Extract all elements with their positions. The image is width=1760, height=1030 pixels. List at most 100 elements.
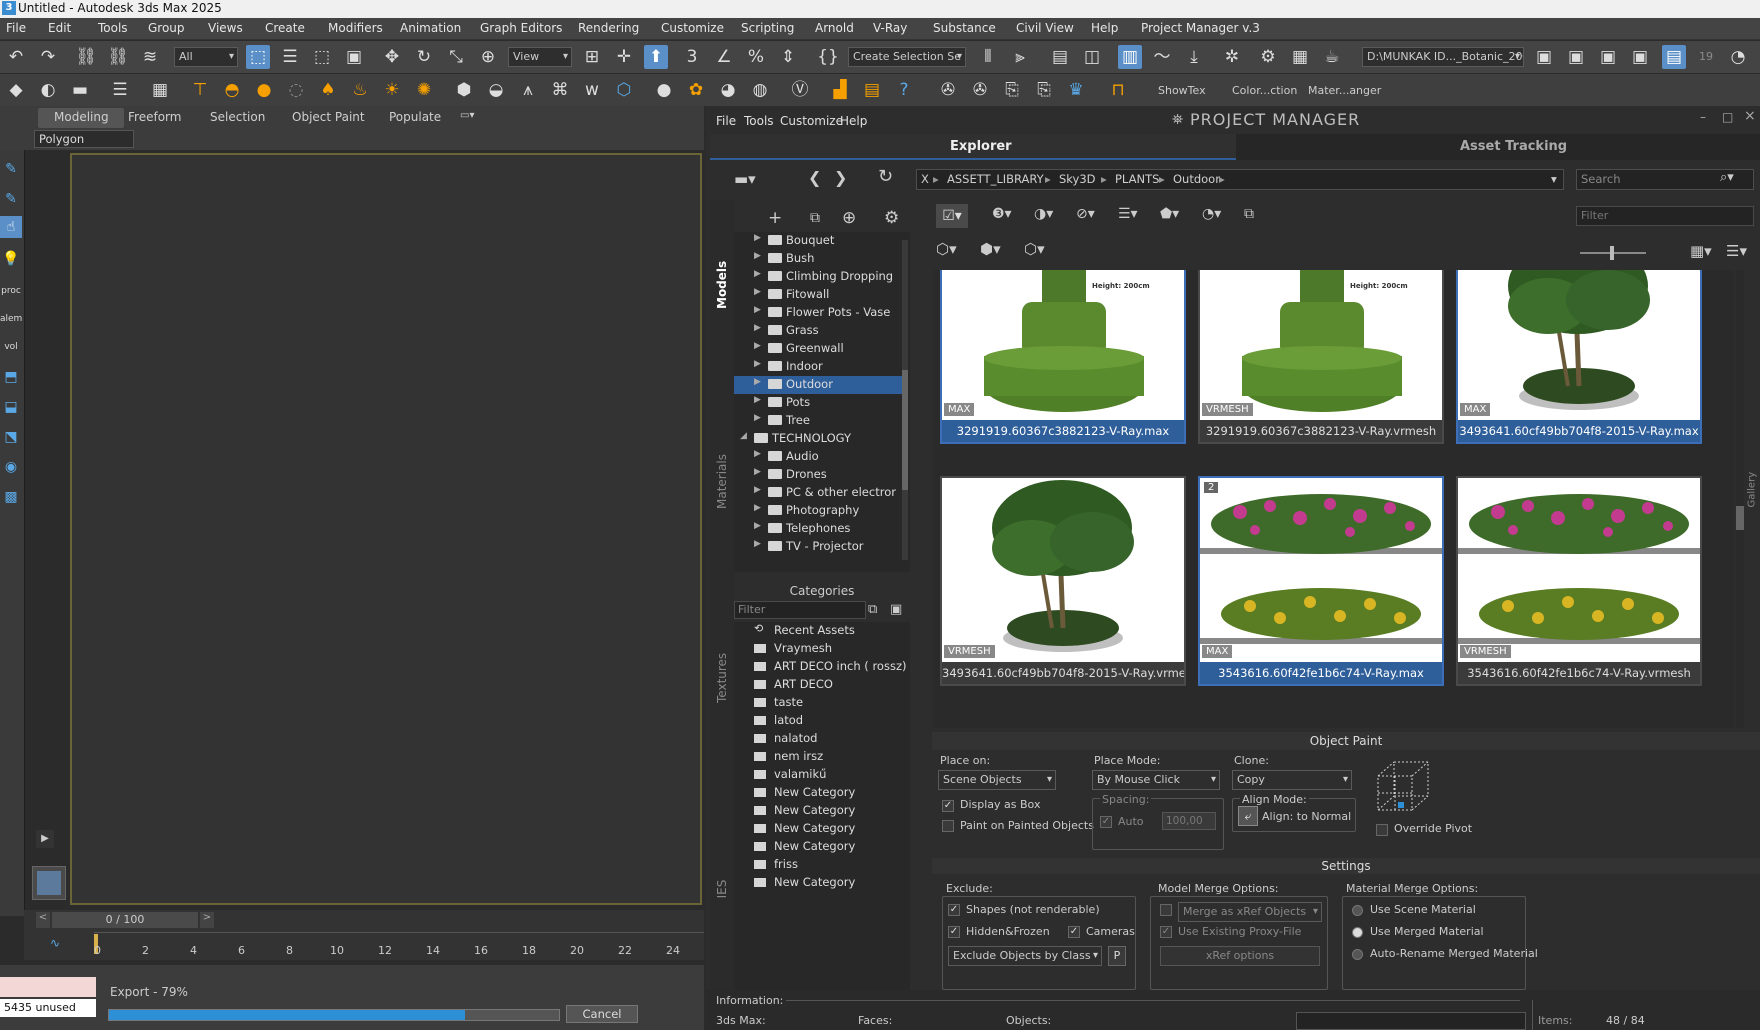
tree-item[interactable]: ▶ Photography bbox=[734, 502, 904, 520]
breadcrumb-plants[interactable]: PLANTS bbox=[1115, 170, 1159, 189]
menu-tools[interactable]: Tools bbox=[98, 21, 128, 35]
tool-b-icon[interactable]: ✎ bbox=[0, 158, 22, 180]
object-paint-header[interactable]: Object Paint bbox=[932, 732, 1760, 750]
expand-arrow-icon[interactable]: ▶ bbox=[754, 341, 761, 351]
forward-icon[interactable]: ❯ bbox=[834, 168, 847, 187]
side-tab-textures[interactable]: Textures bbox=[715, 653, 729, 703]
menu-substance[interactable]: Substance bbox=[933, 21, 996, 35]
move-icon[interactable]: ✥ bbox=[380, 45, 404, 69]
menu-graph-editors[interactable]: Graph Editors bbox=[480, 21, 562, 35]
material-ball-icon[interactable]: ● bbox=[652, 78, 676, 102]
breadcrumb-sky3d[interactable]: Sky3D bbox=[1059, 170, 1096, 189]
tool-g-icon[interactable]: ◉ bbox=[0, 456, 22, 478]
search-icon[interactable]: ⌕▾ bbox=[1720, 170, 1734, 185]
showtex-button[interactable]: ShowTex bbox=[1158, 84, 1206, 97]
time-slider[interactable]: 0 / 100 bbox=[52, 912, 198, 928]
tool-alem-icon[interactable]: alem bbox=[0, 306, 22, 328]
ribbon-options-icon[interactable]: ▭▾ bbox=[460, 110, 474, 121]
path-dropdown-icon[interactable]: ▾ bbox=[1551, 170, 1557, 189]
gallery-side-label[interactable]: Gallery bbox=[1747, 472, 1758, 508]
prev-frame-icon[interactable]: < bbox=[36, 912, 50, 928]
sky-icon[interactable]: ✺ bbox=[412, 78, 436, 102]
tree-item[interactable]: ◢ TECHNOLOGY bbox=[734, 430, 904, 448]
menu-edit[interactable]: Edit bbox=[48, 21, 71, 35]
viewport[interactable] bbox=[70, 153, 702, 905]
next-frame-icon[interactable]: > bbox=[200, 912, 214, 928]
undo-icon[interactable]: ↶ bbox=[4, 45, 28, 69]
pivot-icon[interactable]: ⊞ bbox=[580, 45, 604, 69]
decal-icon[interactable]: ⬡ bbox=[612, 78, 636, 102]
unlink-icon[interactable]: ⛓ bbox=[106, 45, 130, 69]
color-correction-button[interactable]: Color...ction bbox=[1232, 84, 1297, 97]
teapot-icon[interactable]: ◆ bbox=[4, 78, 28, 102]
asset-card[interactable]: MAX 3493641.60cf49bb704f8-2015-V-Ray.max bbox=[1456, 270, 1702, 444]
align-mode-icon[interactable]: ⤶ bbox=[1238, 806, 1258, 826]
menu-file[interactable]: File bbox=[6, 21, 26, 35]
redo-icon[interactable]: ↷ bbox=[36, 45, 60, 69]
tree-item[interactable]: ▶ Indoor bbox=[734, 358, 904, 376]
viewport-thumb-icon[interactable] bbox=[32, 866, 66, 900]
expand-arrow-icon[interactable]: ▶ bbox=[754, 503, 761, 513]
tree-item[interactable]: ▶ Outdoor bbox=[734, 376, 904, 394]
vray-logo-icon[interactable]: ▦ bbox=[148, 78, 172, 102]
settings-header[interactable]: Settings bbox=[932, 858, 1760, 874]
pm-menu-help[interactable]: Help bbox=[840, 114, 867, 128]
merge-xref-dropdown[interactable]: Merge as xRef Objects bbox=[1178, 902, 1322, 922]
maximize-icon[interactable]: □ bbox=[1722, 110, 1733, 124]
merge-icon[interactable]: ⬡▾ bbox=[936, 240, 957, 258]
expand-arrow-icon[interactable]: ▶ bbox=[754, 485, 761, 495]
expand-arrow-icon[interactable]: ▶ bbox=[754, 377, 761, 387]
category-item[interactable]: ⟲ Recent Assets bbox=[734, 622, 910, 640]
play-icon[interactable]: ▶ bbox=[36, 830, 54, 848]
tree-item[interactable]: ▶ Climbing Dropping bbox=[734, 268, 904, 286]
breadcrumb-outdoor[interactable]: Outdoor bbox=[1173, 170, 1220, 189]
snaps-toggle-icon[interactable]: 3 bbox=[680, 45, 704, 69]
asset-card[interactable]: MAX 3543616.60f42fe1b6c74-V-Ray.max 2 bbox=[1198, 476, 1444, 686]
fan2-icon[interactable]: ✇ bbox=[968, 78, 992, 102]
help-icon[interactable]: ◔ bbox=[1726, 45, 1750, 69]
use-scene-radio[interactable] bbox=[1352, 905, 1363, 916]
select-object-icon[interactable]: ⬚ bbox=[246, 45, 270, 69]
add-icon[interactable]: + bbox=[768, 208, 782, 228]
rotate-icon[interactable]: ↻ bbox=[412, 45, 436, 69]
mat-library-icon[interactable]: ◍ bbox=[748, 78, 772, 102]
asset-editor-icon[interactable]: ☰ bbox=[108, 78, 132, 102]
tree-item[interactable]: ▶ Grass bbox=[734, 322, 904, 340]
tag-icon[interactable]: ⬟▾ bbox=[1160, 206, 1179, 222]
tree-item[interactable]: ▶ Telephones bbox=[734, 520, 904, 538]
category-item[interactable]: ART DECO bbox=[734, 676, 910, 694]
category-item[interactable]: nalatod bbox=[734, 730, 910, 748]
globe-icon[interactable]: ⊕ bbox=[842, 208, 856, 228]
ambient-light-icon[interactable]: ♨ bbox=[348, 78, 372, 102]
tool-c-icon[interactable]: ✎ bbox=[0, 188, 22, 210]
place-mode-dropdown[interactable]: By Mouse Click bbox=[1092, 770, 1220, 790]
grass-icon[interactable]: ᴡ bbox=[580, 78, 604, 102]
ribbon-tab-object-paint[interactable]: Object Paint bbox=[292, 110, 365, 124]
menu-vray[interactable]: V-Ray bbox=[873, 21, 907, 35]
auto-rename-radio[interactable] bbox=[1352, 949, 1363, 960]
side-tab-models[interactable]: Models bbox=[715, 261, 729, 309]
window-icon[interactable]: ⧉ bbox=[810, 210, 820, 226]
breadcrumb-assett-library[interactable]: ASSETT_LIBRARY bbox=[947, 170, 1044, 189]
settings-icon[interactable]: ⚙ bbox=[884, 208, 899, 228]
curve-editor-icon[interactable]: 〜 bbox=[1150, 45, 1174, 69]
tree-item[interactable]: ▶ Audio bbox=[734, 448, 904, 466]
dome-light-icon[interactable]: ◓ bbox=[220, 78, 244, 102]
tab-asset-tracking[interactable]: Asset Tracking bbox=[1460, 139, 1567, 154]
contrast-icon[interactable]: ◑▾ bbox=[1034, 206, 1053, 222]
asset-card[interactable]: ────────Height: 200cmMAX 3291919.60367c38… bbox=[940, 270, 1186, 444]
rect-select-icon[interactable]: ⬚ bbox=[310, 45, 334, 69]
edit-named-sets-icon[interactable]: {} bbox=[816, 45, 840, 69]
render-region-icon[interactable]: ◐ bbox=[36, 78, 60, 102]
tool-vol-icon[interactable]: vol bbox=[0, 334, 22, 356]
select-manipulate-icon[interactable]: ✛ bbox=[612, 45, 636, 69]
bind-spacewarp-icon[interactable]: ≋ bbox=[138, 45, 162, 69]
thumb-size-slider[interactable] bbox=[1580, 246, 1646, 260]
tree-item[interactable]: ▶ PC & other electror bbox=[734, 484, 904, 502]
fan-icon[interactable]: ✇ bbox=[936, 78, 960, 102]
badge-count[interactable]: 19 bbox=[1694, 45, 1718, 69]
ribbon-toggle-icon[interactable]: ▥ bbox=[1118, 45, 1142, 69]
menu-create[interactable]: Create bbox=[265, 21, 305, 35]
shapes-checkbox[interactable]: ✓ bbox=[948, 904, 960, 916]
material-editor-icon[interactable]: ✲ bbox=[1220, 45, 1244, 69]
